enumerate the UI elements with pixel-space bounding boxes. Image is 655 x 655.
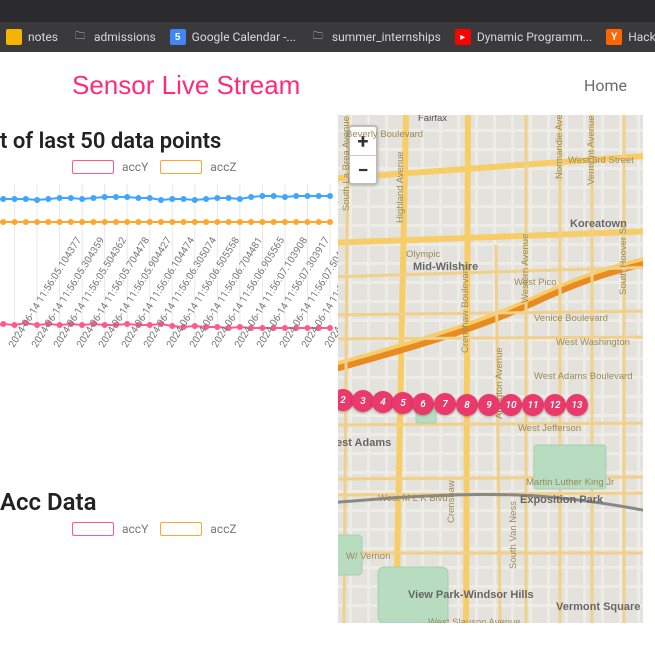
chart2-legend: accY accZ (0, 522, 338, 536)
brand-title: Sensor Live Stream (0, 70, 300, 101)
legend2-swatch-accz (160, 522, 202, 536)
legend2-label-accy: accY (122, 522, 148, 536)
map-street-label: Normandie Ave (554, 115, 565, 179)
legend-label-accz: accZ (210, 160, 236, 174)
note-icon (6, 29, 22, 45)
map-place-label: Exposition Park (520, 494, 603, 506)
map-street-label: West Adams Boulevard (534, 371, 633, 382)
bookmarks-bar: notes 🗀admissions 5Google Calendar -... … (0, 22, 655, 52)
bookmark-dynamic-programming[interactable]: ▸Dynamic Programm... (455, 29, 592, 45)
bookmark-admissions[interactable]: 🗀admissions (72, 29, 156, 45)
youtube-icon: ▸ (455, 29, 471, 45)
map-street-label: West M L K Blvd (378, 493, 448, 504)
map-street-label: W/ Vernon (346, 551, 390, 562)
map-place-label: Fairfax (418, 115, 447, 124)
legend-swatch-accy (72, 160, 114, 174)
map-track-marker[interactable]: 3 (352, 390, 374, 412)
bookmark-notes[interactable]: notes (6, 29, 58, 45)
ycombinator-icon: Y (606, 29, 622, 45)
map-street-label: West Jefferson (518, 423, 581, 434)
map-street-label: West 3rd Street (568, 155, 634, 166)
legend-swatch-accz (160, 160, 202, 174)
bookmark-google-calendar[interactable]: 5Google Calendar -... (170, 29, 296, 45)
bookmark-hacker-news-jobs[interactable]: YHacker News Jobs... (606, 29, 655, 45)
map-street-label: Martin Luther King Jr (526, 477, 614, 488)
map-track-marker[interactable]: 4 (372, 391, 394, 413)
zoom-out-button[interactable]: − (350, 155, 376, 183)
map-street-label: South Van Ness (508, 501, 519, 569)
map-track-marker[interactable]: 10 (500, 394, 522, 416)
map-track-marker[interactable]: 11 (522, 394, 544, 416)
map-svg (338, 115, 643, 623)
map-street-label: Vermont Avenue (586, 115, 597, 185)
map-track-marker[interactable]: 5 (392, 392, 414, 414)
x-axis-labels: 2024-06-14 11:56:05.1043772024-06-14 11:… (0, 340, 338, 460)
map-street-label: South La Brea Avenue (341, 116, 352, 211)
chart2-title: Acc Data (0, 488, 338, 516)
chart-last-50: t of last 50 data points accY accZ 2024-… (0, 129, 338, 576)
map-street-label: West Slauson Avenue (428, 617, 521, 623)
map-street-label: West Pico (514, 277, 557, 288)
legend-label-accy: accY (122, 160, 148, 174)
map-street-label: Olympic (406, 249, 440, 260)
map-street-label: Western Avenue (520, 234, 531, 303)
map-street-label: South Hoover St (618, 225, 629, 295)
chart-legend: accY accZ (0, 160, 338, 174)
map-street-label: Highland Avenue (395, 151, 406, 223)
map-track-marker[interactable]: 6 (412, 393, 434, 415)
chart-title: t of last 50 data points (0, 129, 338, 154)
map-street-label: Venice Boulevard (534, 313, 608, 324)
map-track-marker[interactable]: 12 (544, 394, 566, 416)
page-header: Sensor Live Stream Home (0, 52, 655, 109)
map-street-label: Beverly Boulevard (346, 129, 423, 140)
bookmark-summer-internships[interactable]: 🗀summer_internships (310, 29, 441, 45)
map-street-label: Crenshaw Boulevard (460, 265, 471, 353)
legend2-label-accz: accZ (210, 522, 236, 536)
google-icon: 5 (170, 29, 186, 45)
map-track-marker[interactable]: 8 (456, 394, 478, 416)
map-place-label: View Park-Windsor Hills (408, 589, 534, 601)
folder-icon: 🗀 (310, 29, 326, 45)
nav-home[interactable]: Home (584, 76, 655, 95)
map-place-label: Vermont Square (556, 601, 640, 613)
browser-tab-strip (0, 0, 655, 22)
map-track-marker[interactable]: 9 (478, 394, 500, 416)
map-street-label: West Washington (556, 337, 630, 348)
map-track-marker[interactable]: 7 (434, 393, 456, 415)
folder-icon: 🗀 (72, 29, 88, 45)
map-track-marker[interactable]: 13 (566, 394, 588, 416)
map[interactable]: + − FairfaxKoreatownMid-Wilshireest Adam… (338, 115, 643, 623)
map-place-label: est Adams (338, 437, 391, 449)
chart-plot-area[interactable]: 2024-06-14 11:56:05.1043772024-06-14 11:… (0, 180, 338, 400)
legend2-swatch-accy (72, 522, 114, 536)
